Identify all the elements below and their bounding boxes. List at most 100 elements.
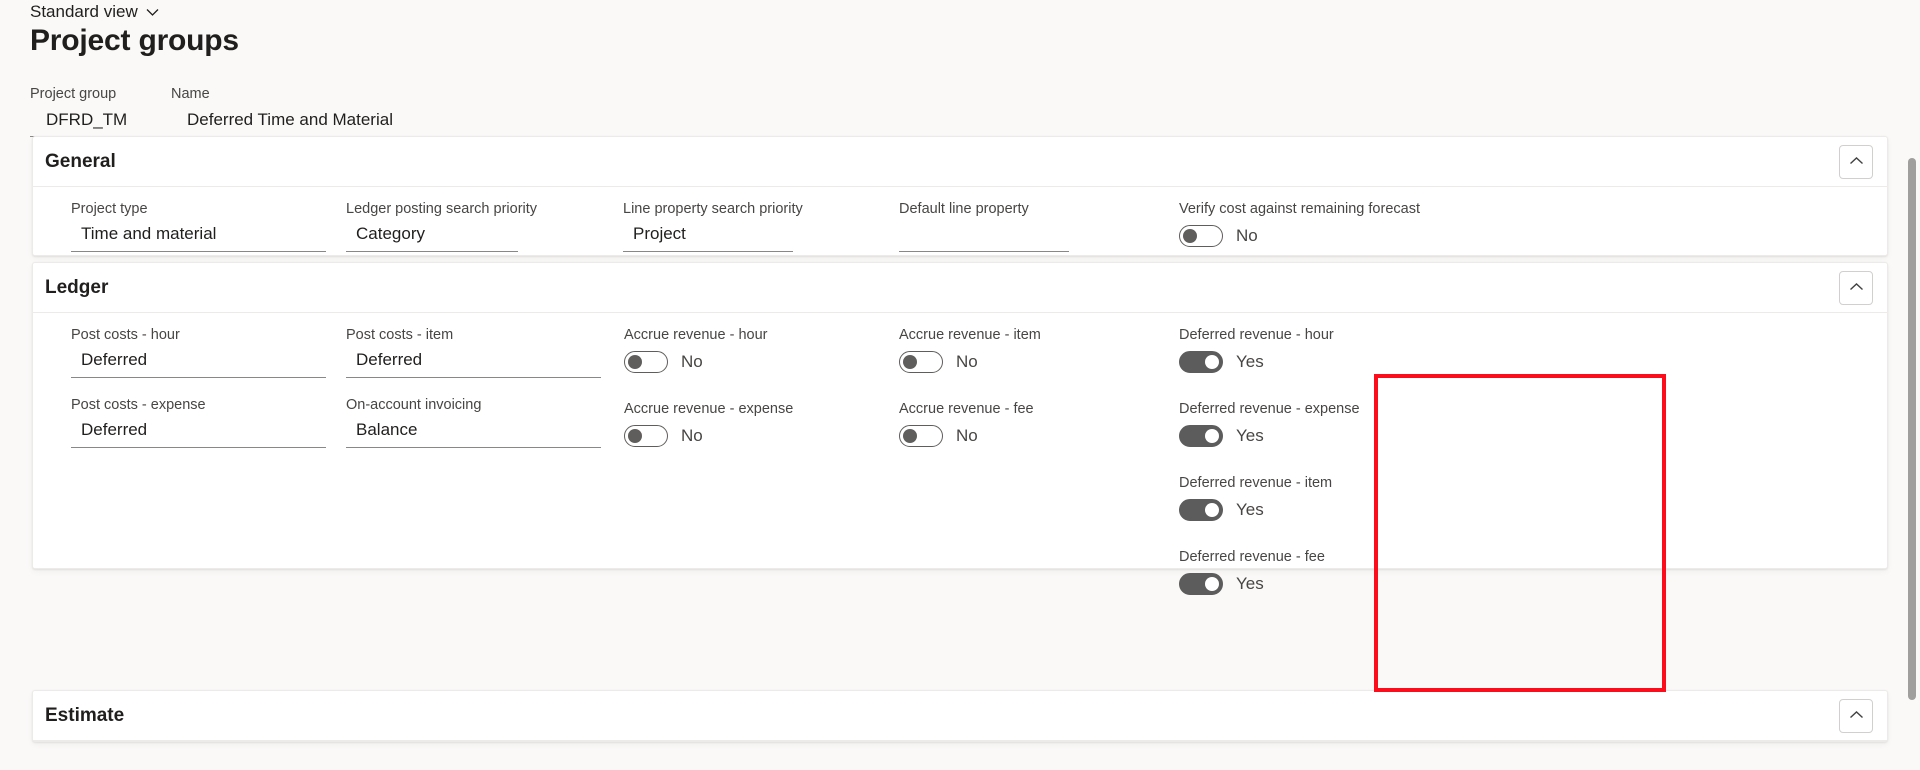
post-costs-item-label: Post costs - item	[346, 327, 454, 343]
ledger-posting-search-priority-input[interactable]	[346, 222, 518, 252]
view-selector[interactable]: Standard view	[30, 2, 159, 22]
page-title: Project groups	[30, 24, 239, 57]
accrue-revenue-fee-toggle-row: No	[899, 422, 1041, 447]
deferred-revenue-fee-toggle-row: Yes	[1179, 570, 1360, 595]
verify-cost-against-remaining-forecast-label: Verify cost against remaining forecast	[1179, 201, 1420, 217]
deferred-revenue-fee-toggle[interactable]	[1179, 573, 1223, 595]
line-property-search-priority-input[interactable]	[623, 222, 793, 252]
accrue-revenue-fee-toggle[interactable]	[899, 425, 943, 447]
general-collapse-button[interactable]	[1839, 144, 1873, 179]
verify-cost-toggle-row: No	[1179, 222, 1420, 247]
post-costs-expense-field: Post costs - expense	[71, 397, 326, 448]
post-costs-hour-label: Post costs - hour	[71, 327, 180, 343]
deferred-revenue-item-toggle-row: Yes	[1179, 496, 1360, 521]
chevron-up-icon	[1849, 154, 1864, 169]
accrue-revenue-fee-state: No	[956, 426, 978, 445]
ledger-posting-search-priority-field: Ledger posting search priority	[346, 201, 537, 252]
deferred-revenue-item-field: Deferred revenue - item Yes	[1179, 475, 1360, 521]
accrue-revenue-hour-label: Accrue revenue - hour	[624, 327, 768, 343]
ledger-section-title: Ledger	[45, 276, 109, 298]
ledger-col-1: Post costs - hour Post costs - expense	[71, 327, 326, 464]
accrue-revenue-item-toggle[interactable]	[899, 351, 943, 373]
deferred-revenue-expense-field: Deferred revenue - expense Yes	[1179, 401, 1360, 447]
header-fields: Project group Name	[30, 86, 451, 137]
accrue-revenue-item-toggle-row: No	[899, 348, 1041, 373]
ledger-posting-search-priority-label: Ledger posting search priority	[346, 201, 538, 217]
vertical-scrollbar[interactable]	[1904, 0, 1920, 770]
project-type-field: Project type	[71, 201, 326, 252]
line-property-search-priority-label: Line property search priority	[623, 201, 803, 217]
deferred-revenue-fee-label: Deferred revenue - fee	[1179, 549, 1325, 565]
estimate-collapse-button[interactable]	[1839, 698, 1873, 733]
general-col-4: Default line property	[899, 201, 1069, 268]
project-group-input[interactable]	[30, 108, 145, 137]
estimate-section-header[interactable]: Estimate	[33, 691, 1887, 741]
general-section-body: Project type Ledger posting search prior…	[33, 187, 1887, 255]
deferred-revenue-expense-toggle-row: Yes	[1179, 422, 1360, 447]
deferred-revenue-hour-label: Deferred revenue - hour	[1179, 327, 1334, 343]
on-account-invoicing-label: On-account invoicing	[346, 397, 482, 413]
deferred-revenue-expense-label: Deferred revenue - expense	[1179, 401, 1360, 417]
post-costs-item-input[interactable]	[346, 348, 601, 378]
accrue-revenue-expense-state: No	[681, 426, 703, 445]
view-selector-label: Standard view	[30, 2, 138, 21]
deferred-revenue-item-label: Deferred revenue - item	[1179, 475, 1333, 491]
general-col-3: Line property search priority	[623, 201, 803, 268]
chevron-down-icon	[146, 2, 159, 22]
deferred-revenue-hour-toggle[interactable]	[1179, 351, 1223, 373]
accrue-revenue-hour-toggle[interactable]	[624, 351, 668, 373]
ledger-col-5: Deferred revenue - hour Yes Deferred rev…	[1179, 327, 1360, 611]
accrue-revenue-expense-toggle[interactable]	[624, 425, 668, 447]
general-col-5: Verify cost against remaining forecast N…	[1179, 201, 1420, 263]
accrue-revenue-item-field: Accrue revenue - item No	[899, 327, 1041, 373]
on-account-invoicing-input[interactable]	[346, 418, 601, 448]
default-line-property-label: Default line property	[899, 201, 1029, 217]
ledger-section-header[interactable]: Ledger	[33, 263, 1887, 313]
name-label: Name	[171, 86, 210, 102]
deferred-revenue-fee-field: Deferred revenue - fee Yes	[1179, 549, 1360, 595]
default-line-property-input[interactable]	[899, 222, 1069, 252]
accrue-revenue-expense-label: Accrue revenue - expense	[624, 401, 794, 417]
default-line-property-field: Default line property	[899, 201, 1069, 252]
verify-cost-against-remaining-forecast-field: Verify cost against remaining forecast N…	[1179, 201, 1420, 247]
name-input[interactable]	[171, 108, 451, 137]
post-costs-expense-input[interactable]	[71, 418, 326, 448]
chevron-up-icon	[1849, 280, 1864, 295]
line-property-search-priority-field: Line property search priority	[623, 201, 803, 252]
project-type-input[interactable]	[71, 222, 326, 252]
post-costs-item-field: Post costs - item	[346, 327, 601, 378]
ledger-col-3: Accrue revenue - hour No Accrue revenue …	[624, 327, 793, 463]
ledger-collapse-button[interactable]	[1839, 270, 1873, 305]
deferred-revenue-fee-state: Yes	[1236, 574, 1264, 593]
deferred-revenue-hour-toggle-row: Yes	[1179, 348, 1360, 373]
deferred-revenue-hour-field: Deferred revenue - hour Yes	[1179, 327, 1360, 373]
estimate-section: Estimate	[32, 690, 1888, 742]
deferred-revenue-expense-toggle[interactable]	[1179, 425, 1223, 447]
ledger-section-body: Post costs - hour Post costs - expense P…	[33, 313, 1887, 595]
name-field: Name	[171, 86, 451, 137]
estimate-section-title: Estimate	[45, 704, 125, 726]
ledger-section: Ledger Post costs - hour Post costs - ex…	[32, 262, 1888, 595]
verify-cost-toggle[interactable]	[1179, 225, 1223, 247]
general-section: General Project type Ledger posting sear…	[32, 136, 1888, 256]
deferred-revenue-item-toggle[interactable]	[1179, 499, 1223, 521]
accrue-revenue-fee-field: Accrue revenue - fee No	[899, 401, 1041, 447]
post-costs-expense-label: Post costs - expense	[71, 397, 206, 413]
on-account-invoicing-field: On-account invoicing	[346, 397, 601, 448]
scrollbar-thumb[interactable]	[1908, 158, 1916, 700]
accrue-revenue-expense-toggle-row: No	[624, 422, 793, 447]
project-groups-page: Standard view Project groups Project gro…	[0, 0, 1920, 770]
accrue-revenue-item-state: No	[956, 352, 978, 371]
post-costs-hour-field: Post costs - hour	[71, 327, 326, 378]
project-group-label: Project group	[30, 86, 117, 102]
deferred-revenue-expense-state: Yes	[1236, 426, 1264, 445]
accrue-revenue-hour-state: No	[681, 352, 703, 371]
post-costs-hour-input[interactable]	[71, 348, 326, 378]
accrue-revenue-hour-toggle-row: No	[624, 348, 793, 373]
general-section-header[interactable]: General	[33, 137, 1887, 187]
deferred-revenue-item-state: Yes	[1236, 500, 1264, 519]
accrue-revenue-expense-field: Accrue revenue - expense No	[624, 401, 793, 447]
chevron-up-icon	[1849, 708, 1864, 723]
project-type-label: Project type	[71, 201, 148, 217]
general-section-title: General	[45, 150, 116, 172]
